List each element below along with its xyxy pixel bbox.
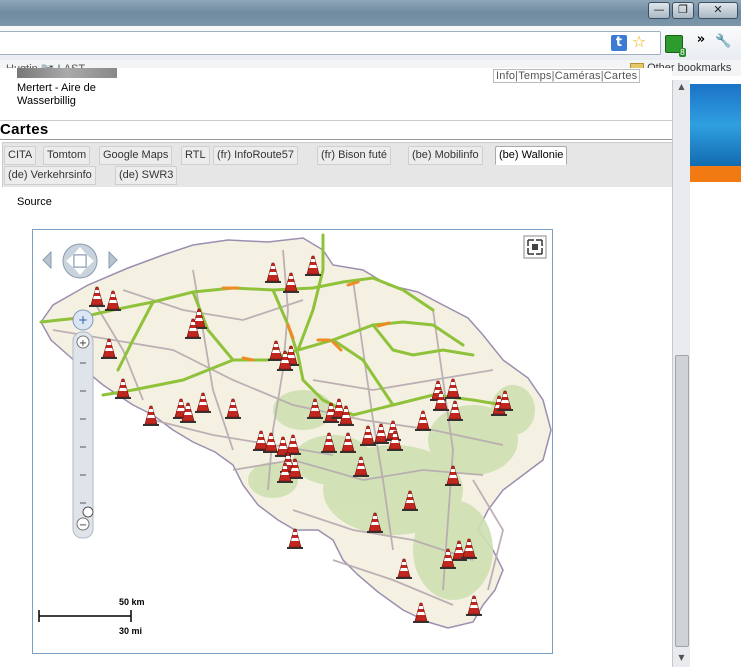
source-label: Source xyxy=(17,196,52,208)
extension-icon[interactable]: 8 xyxy=(665,35,686,57)
map-tabs: CITA Tomtom Google Maps RTL (fr) InfoRou… xyxy=(2,142,672,187)
link-cameras[interactable]: Caméras xyxy=(555,70,601,82)
minimize-button[interactable]: — xyxy=(648,2,670,19)
tab-verkehrsinfo[interactable]: (de) Verkehrsinfo xyxy=(4,166,96,185)
scrollbar-thumb[interactable] xyxy=(675,355,689,647)
zoom-slider-handle xyxy=(82,506,94,518)
translate-icon[interactable]: t xyxy=(611,35,627,51)
scroll-down-icon[interactable]: ▼ xyxy=(676,653,687,663)
wrench-menu-icon[interactable]: 🔧 xyxy=(715,34,731,50)
tab-tomtom[interactable]: Tomtom xyxy=(43,146,91,165)
fullscreen-icon xyxy=(523,235,547,259)
maximize-button[interactable]: ❐ xyxy=(672,2,694,19)
zoom-control: + + − xyxy=(72,309,94,539)
svg-text:−: − xyxy=(79,520,87,531)
page-scrollbar[interactable]: ▲ ▼ xyxy=(672,80,690,667)
divider xyxy=(0,120,672,121)
traffic-map[interactable]: + + − 50 km 30 mi xyxy=(32,229,553,654)
link-temps[interactable]: Temps xyxy=(518,70,551,82)
camera-thumbnail[interactable] xyxy=(17,68,117,78)
page-viewport: Mertert - Aire de Wasserbillig Info|Temp… xyxy=(0,68,672,667)
belgium-traffic-map[interactable]: + + − 50 km 30 mi xyxy=(33,230,552,653)
tab-google-maps[interactable]: Google Maps xyxy=(99,146,173,165)
tab-rtl[interactable]: RTL xyxy=(181,146,210,165)
browser-toolbar: t ☆ 8 » 🔧 xyxy=(0,26,741,61)
scale-km-label: 50 km xyxy=(119,597,145,607)
side-advert[interactable] xyxy=(690,84,741,667)
star-bookmark-icon[interactable]: ☆ xyxy=(631,34,647,50)
section-title: Cartes xyxy=(0,121,49,138)
extension-badge: 8 xyxy=(678,48,686,57)
advert-image xyxy=(690,84,741,166)
section-links: Info|Temps|Caméras|Cartes xyxy=(493,69,641,83)
divider xyxy=(0,139,672,140)
scale-mi-label: 30 mi xyxy=(119,626,142,636)
overflow-chevron-icon[interactable]: » xyxy=(693,32,709,48)
scroll-up-icon[interactable]: ▲ xyxy=(676,82,687,92)
tab-bison-fute[interactable]: (fr) Bison futé xyxy=(317,146,392,165)
tab-cita[interactable]: CITA xyxy=(4,146,37,165)
tab-inforoute57[interactable]: (fr) InfoRoute57 xyxy=(213,146,299,165)
close-button[interactable]: ✕ xyxy=(698,2,738,19)
tab-mobilinfo[interactable]: (be) Mobilinfo xyxy=(408,146,483,165)
link-info[interactable]: Info xyxy=(496,70,515,82)
svg-text:+: + xyxy=(78,313,88,327)
address-bar[interactable]: t ☆ xyxy=(0,31,661,55)
location-caption: Mertert - Aire de Wasserbillig xyxy=(17,82,96,107)
tab-swr3[interactable]: (de) SWR3 xyxy=(115,166,178,185)
link-cartes[interactable]: Cartes xyxy=(604,70,638,82)
tab-wallonie[interactable]: (be) Wallonie xyxy=(495,146,568,165)
window-titlebar: — ❐ ✕ xyxy=(0,0,741,26)
advert-band xyxy=(690,166,741,182)
svg-text:+: + xyxy=(79,338,87,349)
